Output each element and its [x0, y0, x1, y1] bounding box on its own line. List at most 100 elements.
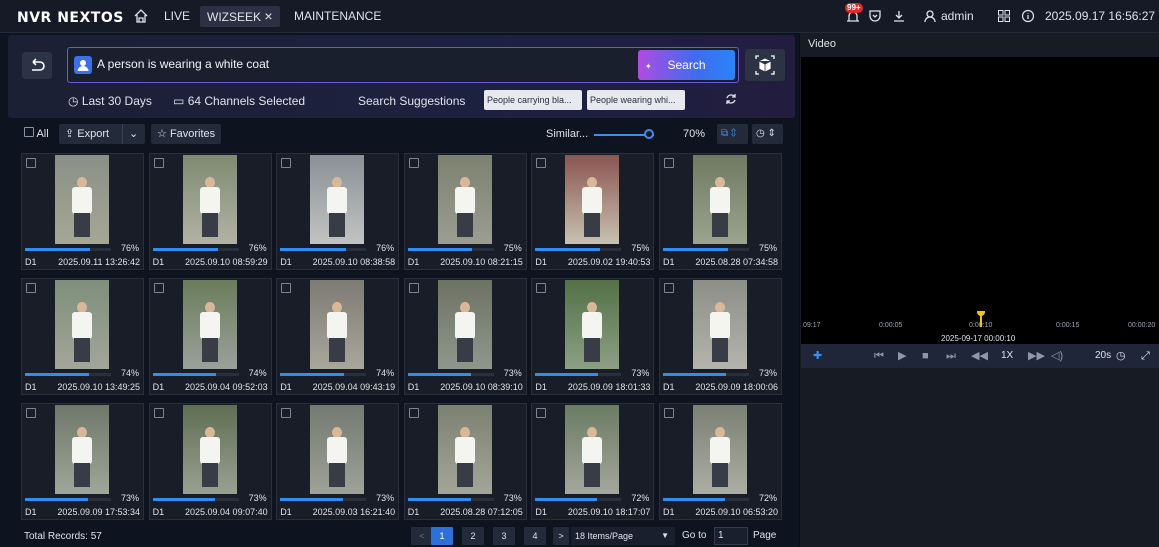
result-thumbnail[interactable]: [565, 405, 620, 494]
result-checkbox[interactable]: [408, 283, 419, 293]
result-thumbnail[interactable]: [310, 280, 365, 369]
result-thumbnail[interactable]: [182, 280, 237, 369]
checkbox[interactable]: [24, 127, 34, 137]
volume-icon[interactable]: ◁): [1051, 349, 1063, 363]
result-thumbnail[interactable]: [55, 280, 109, 369]
result-checkbox[interactable]: [153, 283, 164, 293]
result-checkbox[interactable]: [281, 158, 292, 168]
result-thumbnail[interactable]: [437, 405, 492, 494]
add-clip-icon[interactable]: ✚: [813, 349, 822, 363]
favorites-button[interactable]: ☆ Favorites: [151, 124, 222, 144]
result-checkbox[interactable]: [153, 158, 164, 168]
time-range-filter[interactable]: ◷ Last 30 Days: [68, 94, 152, 108]
page-button-1[interactable]: 1: [431, 527, 453, 545]
result-card[interactable]: 76% D1 2025.09.10 08:59:29: [148, 153, 272, 270]
close-tab-icon[interactable]: ×: [264, 8, 272, 24]
goto-page-input[interactable]: 1: [714, 527, 748, 545]
image-search-button[interactable]: [745, 49, 785, 81]
home-icon[interactable]: [133, 8, 149, 24]
layout-grid-icon[interactable]: [997, 9, 1011, 23]
result-thumbnail[interactable]: [693, 155, 747, 244]
result-checkbox[interactable]: [536, 283, 547, 293]
result-checkbox[interactable]: [664, 283, 674, 293]
view-mode-button[interactable]: ⧉ ⇕: [717, 124, 748, 144]
result-card[interactable]: 74% D1 2025.09.04 09:52:03: [148, 278, 272, 395]
result-card[interactable]: 74% D1 2025.09.10 13:49:25: [21, 278, 144, 395]
skip-start-icon[interactable]: ⏮: [874, 349, 884, 363]
next-page-button[interactable]: >: [553, 527, 569, 545]
download-icon[interactable]: [892, 9, 906, 23]
result-thumbnail[interactable]: [55, 405, 109, 494]
result-card[interactable]: 75% D1 2025.09.02 19:40:53: [531, 153, 655, 270]
stop-icon[interactable]: ■: [922, 349, 929, 363]
result-checkbox[interactable]: [281, 408, 292, 418]
play-icon[interactable]: ▶: [898, 349, 906, 363]
result-card[interactable]: 73% D1 2025.08.28 07:12:05: [403, 403, 527, 520]
suggestion-chip[interactable]: People wearing whi...: [587, 90, 685, 110]
result-card[interactable]: 73% D1 2025.09.09 18:01:33: [531, 278, 655, 395]
result-card[interactable]: 75% D1 2025.09.10 08:21:15: [403, 153, 527, 270]
result-checkbox[interactable]: [664, 158, 674, 168]
search-input[interactable]: A person is wearing a white coat ✦ Searc…: [67, 47, 739, 83]
result-card[interactable]: 72% D1 2025.09.10 06:53:20: [659, 403, 782, 520]
nav-tab-maintenance[interactable]: MAINTENANCE: [294, 6, 381, 27]
slow-down-icon[interactable]: ◀◀: [971, 349, 988, 363]
select-all-checkbox[interactable]: All: [24, 124, 49, 144]
page-button-2[interactable]: 2: [462, 527, 484, 545]
fullscreen-icon[interactable]: ⤢: [1141, 349, 1150, 363]
result-thumbnail[interactable]: [182, 155, 237, 244]
channel-filter[interactable]: ▭ 64 Channels Selected: [173, 94, 305, 108]
result-checkbox[interactable]: [408, 158, 419, 168]
result-checkbox[interactable]: [26, 408, 36, 418]
refresh-icon[interactable]: [724, 92, 738, 106]
result-card[interactable]: 75% D1 2025.08.28 07:34:58: [659, 153, 782, 270]
result-thumbnail[interactable]: [565, 155, 620, 244]
video-player[interactable]: [801, 57, 1159, 344]
result-checkbox[interactable]: [408, 408, 419, 418]
export-button[interactable]: ⇪ Export ⌄: [59, 124, 145, 144]
nav-tab-wizseek[interactable]: WIZSEEK ×: [200, 6, 280, 27]
search-query[interactable]: A person is wearing a white coat: [97, 57, 269, 71]
nav-tab-live[interactable]: LIVE: [164, 6, 190, 27]
result-card[interactable]: 73% D1 2025.09.03 16:21:40: [276, 403, 400, 520]
result-thumbnail[interactable]: [693, 280, 747, 369]
clip-time-icon[interactable]: ◷: [1116, 349, 1126, 363]
back-button[interactable]: [22, 52, 52, 79]
step-forward-icon[interactable]: ⏭: [946, 349, 956, 363]
speed-up-icon[interactable]: ▶▶: [1028, 349, 1045, 363]
result-checkbox[interactable]: [153, 408, 164, 418]
result-thumbnail[interactable]: [437, 155, 492, 244]
shield-icon[interactable]: [868, 9, 882, 23]
result-card[interactable]: 73% D1 2025.09.09 17:53:34: [21, 403, 144, 520]
result-card[interactable]: 73% D1 2025.09.10 08:39:10: [403, 278, 527, 395]
result-thumbnail[interactable]: [310, 155, 365, 244]
page-button-4[interactable]: 4: [524, 527, 546, 545]
result-checkbox[interactable]: [26, 283, 36, 293]
search-button[interactable]: ✦ Search: [638, 50, 735, 80]
result-card[interactable]: 76% D1 2025.09.11 13:26:42: [21, 153, 144, 270]
prev-page-button[interactable]: <: [411, 527, 433, 545]
items-per-page-select[interactable]: 18 Items/Page ▼: [571, 527, 675, 545]
result-thumbnail[interactable]: [55, 155, 109, 244]
user-icon[interactable]: [923, 9, 937, 23]
suggestion-chip[interactable]: People carrying bla...: [484, 90, 582, 110]
result-thumbnail[interactable]: [310, 405, 365, 494]
user-name[interactable]: admin: [941, 9, 974, 23]
result-checkbox[interactable]: [536, 158, 547, 168]
result-thumbnail[interactable]: [182, 405, 237, 494]
result-card[interactable]: 76% D1 2025.09.10 08:38:58: [276, 153, 400, 270]
result-card[interactable]: 73% D1 2025.09.04 09:07:40: [148, 403, 272, 520]
result-card[interactable]: 74% D1 2025.09.04 09:43:19: [276, 278, 400, 395]
timeline-cursor[interactable]: [980, 313, 982, 327]
result-checkbox[interactable]: [536, 408, 547, 418]
result-thumbnail[interactable]: [437, 280, 492, 369]
sort-time-button[interactable]: ◷ ⇕: [752, 124, 783, 144]
result-checkbox[interactable]: [281, 283, 292, 293]
result-thumbnail[interactable]: [565, 280, 620, 369]
result-card[interactable]: 73% D1 2025.09.09 18:00:06: [659, 278, 782, 395]
similarity-slider-handle[interactable]: [644, 129, 654, 139]
result-card[interactable]: 72% D1 2025.09.10 18:17:07: [531, 403, 655, 520]
chevron-down-icon[interactable]: ⌄: [122, 124, 138, 144]
info-icon[interactable]: [1021, 9, 1035, 23]
result-checkbox[interactable]: [664, 408, 674, 418]
